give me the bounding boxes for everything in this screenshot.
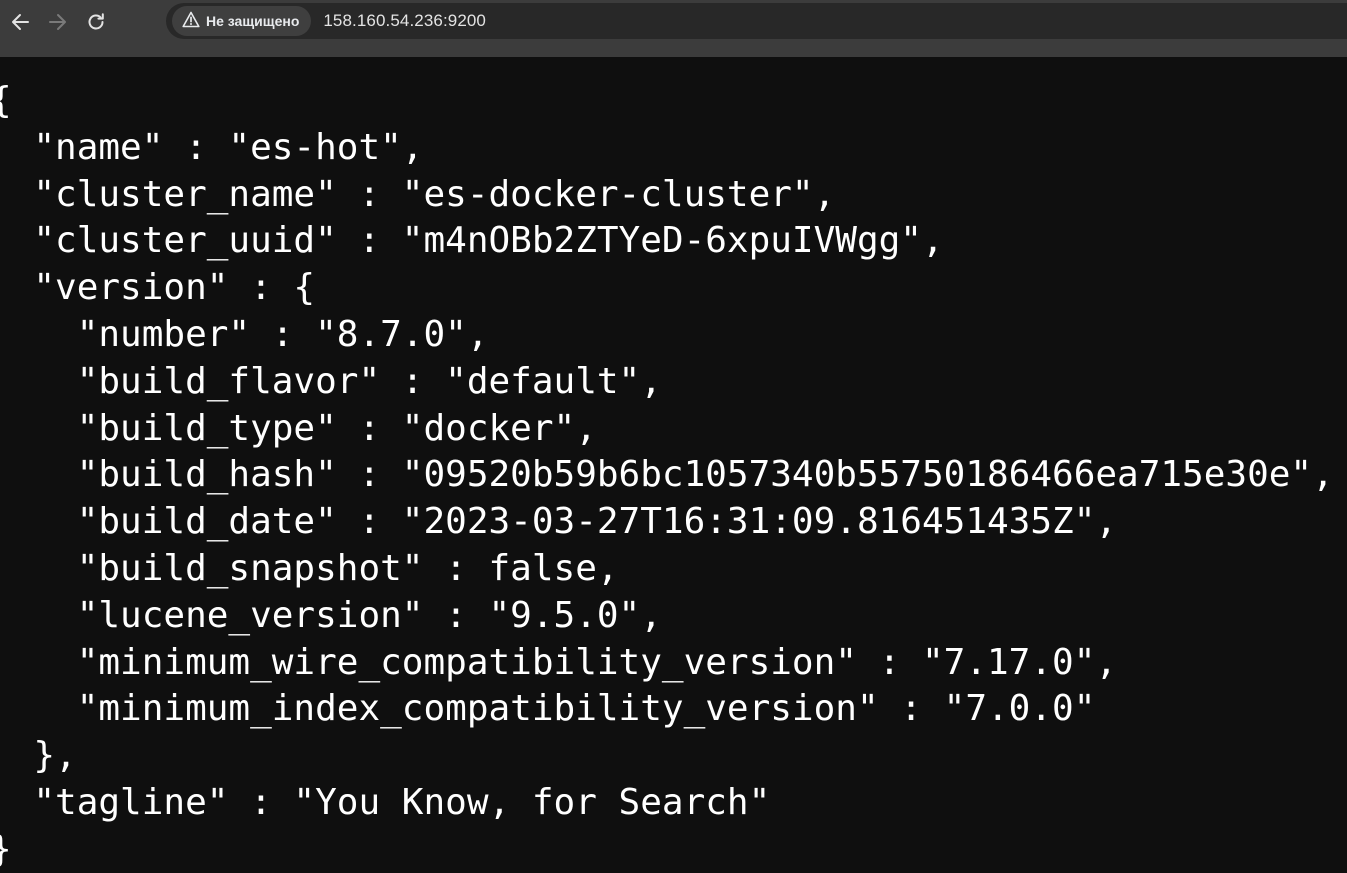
json-line: }, (33, 735, 77, 777)
arrow-left-icon (9, 11, 31, 33)
site-security-chip[interactable]: Не защищено (172, 6, 312, 36)
json-line: "tagline" : "You Know, for Search" (0, 781, 771, 823)
json-line: "cluster_uuid" : "m4nOBb2ZTYeD-6xpuIVWgg… (0, 220, 944, 262)
json-line: { (0, 80, 12, 121)
json-line: "build_date" : "2023-03-27T16:31:09.8164… (0, 501, 1118, 543)
browser-toolbar: Не защищено 158.160.54.236:9200 (0, 0, 1347, 44)
page-content: { "name" : "es-hot", "cluster_name" : "e… (0, 57, 1347, 873)
reload-icon (85, 11, 107, 33)
json-line: "minimum_wire_compatibility_version" : "… (0, 641, 1118, 683)
json-line: "number" : "8.7.0", (0, 313, 489, 355)
address-bar[interactable]: Не защищено 158.160.54.236:9200 (166, 3, 1347, 39)
json-line: "build_flavor" : "default", (0, 360, 662, 402)
security-label: Не защищено (206, 13, 300, 29)
warning-triangle-icon (182, 11, 200, 31)
url-text[interactable]: 158.160.54.236:9200 (323, 11, 486, 31)
json-line: "build_snapshot" : false, (0, 547, 619, 589)
json-line: "version" : { (0, 267, 316, 309)
forward-button[interactable] (41, 5, 75, 39)
reload-button[interactable] (79, 5, 113, 39)
json-response: { "name" : "es-hot", "cluster_name" : "e… (0, 78, 1334, 873)
json-line: } (0, 829, 12, 870)
json-line: "minimum_index_compatibility_version" : … (0, 688, 1096, 730)
json-line: "build_type" : "docker", (0, 407, 597, 449)
json-line: "name" : "es-hot", (0, 126, 424, 168)
json-line: "build_hash" : "09520b59b6bc1057340b5575… (0, 454, 1334, 496)
arrow-right-icon (47, 11, 69, 33)
toolbar-divider (0, 44, 1347, 57)
json-line: "lucene_version" : "9.5.0", (0, 594, 662, 636)
back-button[interactable] (3, 5, 37, 39)
json-line: "cluster_name" : "es-docker-cluster", (0, 173, 836, 215)
